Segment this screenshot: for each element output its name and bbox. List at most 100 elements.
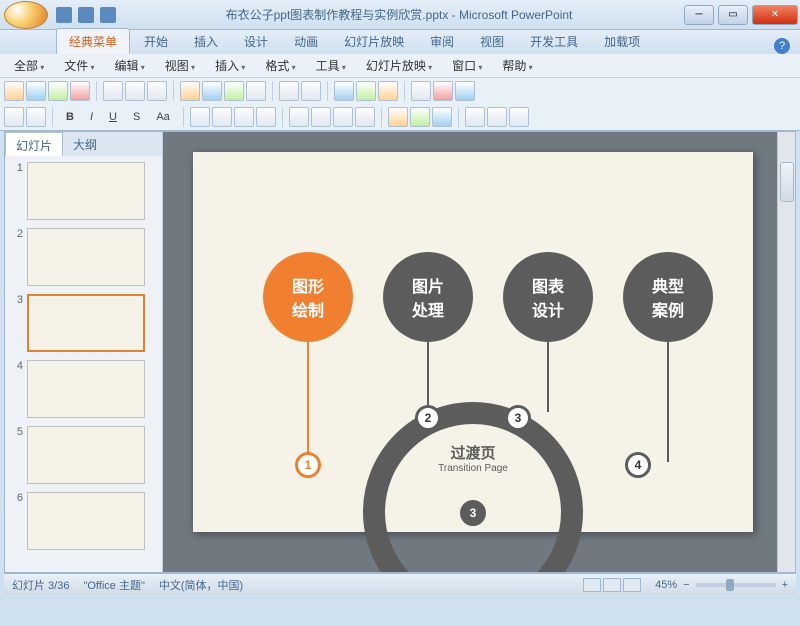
tab-developer[interactable]: 开发工具: [518, 29, 590, 54]
align-center-icon[interactable]: [212, 107, 232, 127]
group-icon[interactable]: [487, 107, 507, 127]
close-button[interactable]: ✕: [752, 5, 798, 25]
tab-slideshow[interactable]: 幻灯片放映: [332, 29, 416, 54]
chart-icon[interactable]: [334, 81, 354, 101]
reset-icon[interactable]: [26, 107, 46, 127]
scrollbar-thumb[interactable]: [780, 162, 794, 202]
circle-4[interactable]: 典型 案例: [623, 252, 713, 342]
minimize-button[interactable]: ─: [684, 5, 714, 25]
vertical-scrollbar[interactable]: [777, 132, 795, 572]
open-icon[interactable]: [26, 81, 46, 101]
office-orb[interactable]: [4, 1, 48, 29]
node-2[interactable]: 2: [415, 405, 441, 431]
paste-icon[interactable]: [224, 81, 244, 101]
node-3[interactable]: 3: [505, 405, 531, 431]
tab-review[interactable]: 审阅: [418, 29, 466, 54]
circle-3[interactable]: 图表 设计: [503, 252, 593, 342]
status-language[interactable]: 中文(简体，中国): [159, 577, 243, 593]
table-icon[interactable]: [356, 81, 376, 101]
tab-view[interactable]: 视图: [468, 29, 516, 54]
redo-icon[interactable]: [301, 81, 321, 101]
highlight-icon[interactable]: [410, 107, 430, 127]
thumbnail[interactable]: [27, 162, 145, 220]
indent-dec-icon[interactable]: [333, 107, 353, 127]
undo-icon[interactable]: [279, 81, 299, 101]
view-normal-icon[interactable]: [583, 578, 601, 592]
thumbnail[interactable]: [27, 426, 145, 484]
font-size-button[interactable]: Aa: [149, 108, 176, 126]
menu-edit[interactable]: 编辑: [107, 55, 153, 76]
node-4[interactable]: 4: [625, 452, 651, 478]
tab-classic-menu[interactable]: 经典菜单: [56, 28, 130, 54]
zoom-in-icon[interactable]: +: [782, 579, 788, 591]
new-icon[interactable]: [4, 81, 24, 101]
zoom-icon[interactable]: [411, 81, 431, 101]
align-left-icon[interactable]: [190, 107, 210, 127]
arrange-icon[interactable]: [465, 107, 485, 127]
save-icon[interactable]: [56, 7, 72, 23]
node-mid[interactable]: 3: [460, 500, 486, 526]
research-icon[interactable]: [147, 81, 167, 101]
align-right-icon[interactable]: [234, 107, 254, 127]
tab-insert[interactable]: 插入: [182, 29, 230, 54]
redo-icon[interactable]: [100, 7, 116, 23]
slideshow-icon[interactable]: [455, 81, 475, 101]
rotate-icon[interactable]: [509, 107, 529, 127]
thumbnail[interactable]: [27, 360, 145, 418]
thumbnail[interactable]: [27, 228, 145, 286]
circle-1[interactable]: 图形 绘制: [263, 252, 353, 342]
panel-tab-outline[interactable]: 大纲: [63, 132, 107, 156]
save-icon[interactable]: [48, 81, 68, 101]
view-slideshow-icon[interactable]: [623, 578, 641, 592]
tab-animation[interactable]: 动画: [282, 29, 330, 54]
layout-icon[interactable]: [4, 107, 24, 127]
zoom-control[interactable]: 45% − +: [655, 579, 788, 591]
panel-tab-slides[interactable]: 幻灯片: [5, 132, 63, 156]
maximize-button[interactable]: ▭: [718, 5, 748, 25]
format-painter-icon[interactable]: [246, 81, 266, 101]
menu-window[interactable]: 窗口: [444, 55, 490, 76]
justify-icon[interactable]: [256, 107, 276, 127]
slide-canvas[interactable]: 图形 绘制 图片 处理 图表 设计 典型 案例 1 2 3 4 3 过渡页 Tr…: [193, 152, 753, 532]
help-icon[interactable]: ?: [774, 38, 790, 54]
cut-icon[interactable]: [180, 81, 200, 101]
hyperlink-icon[interactable]: [378, 81, 398, 101]
node-1[interactable]: 1: [295, 452, 321, 478]
menu-format[interactable]: 格式: [257, 55, 303, 76]
menu-tools[interactable]: 工具: [308, 55, 354, 76]
bullets-icon[interactable]: [289, 107, 309, 127]
undo-icon[interactable]: [78, 7, 94, 23]
bold-button[interactable]: B: [59, 108, 81, 126]
tab-home[interactable]: 开始: [132, 29, 180, 54]
thumbnail-selected[interactable]: [27, 294, 145, 352]
print-icon[interactable]: [70, 81, 90, 101]
tab-addins[interactable]: 加载项: [592, 29, 652, 54]
underline-button[interactable]: U: [102, 108, 124, 126]
color-icon[interactable]: [433, 81, 453, 101]
numbering-icon[interactable]: [311, 107, 331, 127]
slide-editor[interactable]: 图形 绘制 图片 处理 图表 设计 典型 案例 1 2 3 4 3 过渡页 Tr…: [163, 132, 795, 572]
view-sorter-icon[interactable]: [603, 578, 621, 592]
center-text[interactable]: 过渡页 Transition Page: [423, 442, 523, 474]
spelling-icon[interactable]: [125, 81, 145, 101]
zoom-slider[interactable]: [696, 583, 776, 587]
italic-button[interactable]: I: [83, 108, 100, 126]
zoom-out-icon[interactable]: −: [683, 579, 689, 591]
strike-button[interactable]: S: [126, 108, 147, 126]
print-preview-icon[interactable]: [103, 81, 123, 101]
thumbnail[interactable]: [27, 492, 145, 550]
zoom-handle[interactable]: [726, 579, 734, 591]
thumbnails-list[interactable]: 1 2 3 4 5 6: [5, 156, 162, 572]
menu-all[interactable]: 全部: [6, 55, 52, 76]
menu-file[interactable]: 文件: [56, 55, 102, 76]
menu-insert[interactable]: 插入: [207, 55, 253, 76]
copy-icon[interactable]: [202, 81, 222, 101]
circle-2[interactable]: 图片 处理: [383, 252, 473, 342]
menu-view[interactable]: 视图: [157, 55, 203, 76]
indent-inc-icon[interactable]: [355, 107, 375, 127]
shape-fill-icon[interactable]: [432, 107, 452, 127]
font-color-icon[interactable]: [388, 107, 408, 127]
menu-slideshow[interactable]: 幻灯片放映: [358, 55, 440, 76]
menu-help[interactable]: 帮助: [494, 55, 540, 76]
tab-design[interactable]: 设计: [232, 29, 280, 54]
